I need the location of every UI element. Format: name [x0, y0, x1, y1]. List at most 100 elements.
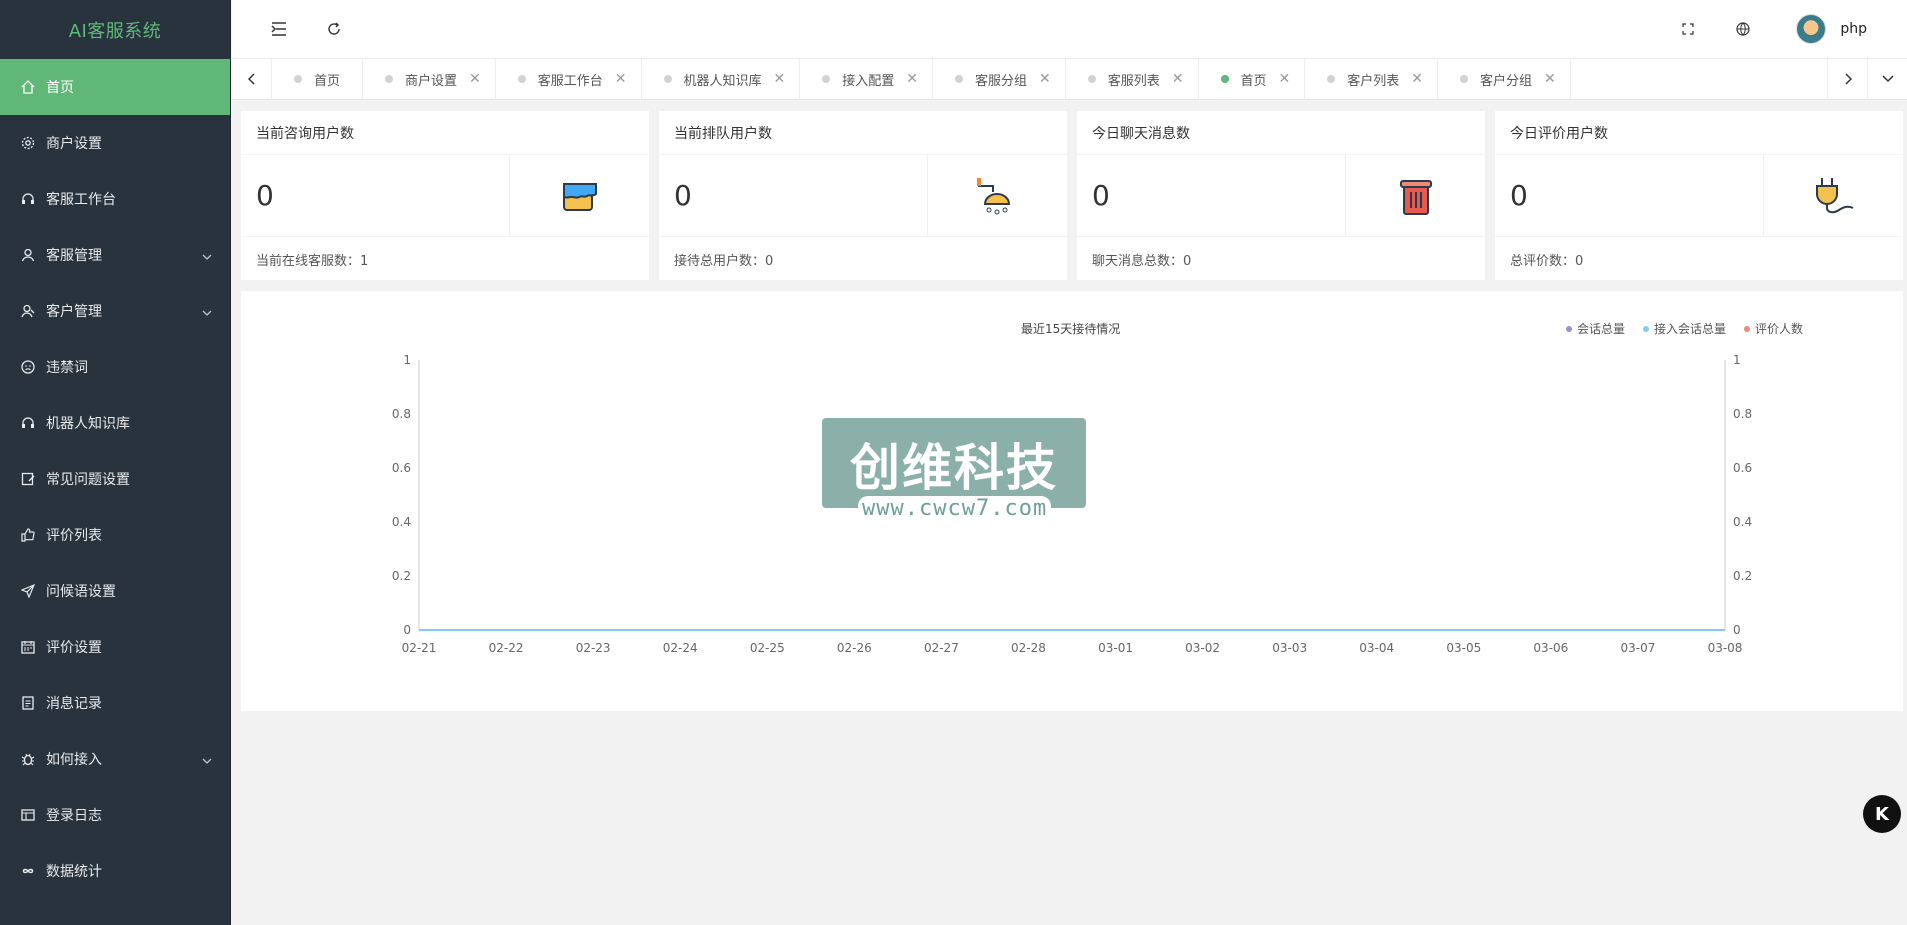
sidebar-item[interactable]: 评价设置 [0, 619, 230, 675]
watermark-logo: 创维科技 www.cwcw7.com [822, 418, 1086, 521]
tab-status-dot [294, 75, 302, 83]
tab[interactable]: 首页 ✕ [1199, 59, 1306, 99]
sidebar-item-label: 客服工作台 [46, 192, 116, 208]
card-value: 0 [256, 179, 274, 212]
sidebar-item[interactable]: 消息记录 [0, 675, 230, 731]
tab-scroll-left-icon[interactable] [232, 59, 272, 99]
tab-status-dot [822, 75, 831, 83]
trash-can-icon [1345, 155, 1485, 237]
sidebar-item[interactable]: 如何接入 [0, 731, 230, 787]
x-tick-label: 03-03 [1272, 641, 1307, 655]
tab-close-icon[interactable]: ✕ [906, 71, 918, 87]
sidebar-item[interactable]: 问候语设置 [0, 563, 230, 619]
tab-close-icon[interactable]: ✕ [1544, 71, 1556, 87]
y-tick-label: 0 [403, 623, 411, 637]
sidebar-item[interactable]: 登录日志 [0, 787, 230, 843]
sidebar-item[interactable]: 商户设置 [0, 115, 230, 171]
tab-label: 机器人知识库 [683, 73, 762, 89]
headset-icon [20, 415, 36, 431]
tab-label: 接入配置 [842, 73, 895, 89]
tab-scroll-right-icon[interactable] [1827, 59, 1867, 99]
tab[interactable]: 客服工作台 ✕ [496, 59, 642, 99]
y-tick-label-right: 0.6 [1733, 461, 1752, 475]
sidebar-item-label: 数据统计 [46, 864, 102, 880]
chevron-down-icon [202, 248, 212, 264]
sidebar-item-label: 机器人知识库 [46, 416, 130, 432]
sidebar-item-label: 客户管理 [46, 304, 102, 320]
calendar-icon [20, 639, 36, 655]
tab[interactable]: 首页 [272, 59, 364, 99]
x-tick-label: 02-26 [837, 641, 872, 655]
sidebar-item-label: 评价列表 [46, 528, 102, 544]
stat-card: 当前排队用户数 0 接待总用户数：0 [659, 111, 1067, 280]
sidebar-item[interactable]: 客服管理 [0, 227, 230, 283]
x-tick-label: 03-01 [1098, 641, 1133, 655]
tab[interactable]: 商户设置 ✕ [363, 59, 496, 99]
user-group-icon [20, 303, 36, 319]
app-logo-title[interactable]: AI客服系统 [0, 0, 230, 59]
tab[interactable]: 客户分组 ✕ [1438, 59, 1571, 99]
card-body: 0 [1077, 155, 1485, 237]
user-menu[interactable]: php [1796, 14, 1867, 44]
sidebar-item-label: 消息记录 [46, 696, 102, 712]
plug-icon [1763, 155, 1903, 237]
shower-icon [927, 155, 1067, 237]
tab-close-icon[interactable]: ✕ [469, 71, 481, 87]
sidebar-item[interactable]: 常见问题设置 [0, 451, 230, 507]
avatar [1796, 14, 1827, 44]
y-tick-label: 1 [403, 353, 411, 367]
sidebar-item[interactable]: 评价列表 [0, 507, 230, 563]
x-tick-label: 03-06 [1533, 641, 1568, 655]
sidebar-item[interactable]: 首页 [0, 59, 230, 115]
table-icon [20, 807, 36, 823]
tab-close-icon[interactable]: ✕ [1172, 71, 1184, 87]
sidebar-item-label: 评价设置 [46, 640, 102, 656]
tab-close-icon[interactable]: ✕ [615, 71, 627, 87]
y-tick-label-right: 0.4 [1733, 515, 1752, 529]
tab[interactable]: 客服分组 ✕ [933, 59, 1066, 99]
tabs: 首页 商户设置 ✕ 客服工作台 ✕ 机器人知识库 ✕ 接入配置 ✕ 客服分组 ✕ 客服列表 ✕ 首页 ✕ 客户… [272, 59, 1571, 99]
user-icon [20, 247, 36, 263]
menu-toggle-icon[interactable] [268, 18, 290, 40]
sidebar-item[interactable]: 客服工作台 [0, 171, 230, 227]
x-tick-label: 02-27 [924, 641, 959, 655]
tab-close-icon[interactable]: ✕ [774, 71, 786, 87]
fullscreen-icon[interactable] [1677, 18, 1699, 40]
username: php [1840, 21, 1867, 37]
sidebar-item[interactable]: 违禁词 [0, 339, 230, 395]
infinity-icon [20, 863, 36, 879]
y-tick-label: 0.4 [392, 515, 411, 529]
tab-status-dot [663, 75, 672, 83]
refresh-icon[interactable] [323, 18, 345, 40]
chevron-down-icon [202, 752, 212, 768]
x-tick-label: 02-22 [489, 641, 524, 655]
sidebar-item[interactable]: 机器人知识库 [0, 395, 230, 451]
sidebar-item[interactable]: 数据统计 [0, 843, 230, 899]
x-tick-label: 02-23 [576, 641, 611, 655]
tab-close-icon[interactable]: ✕ [1411, 71, 1423, 87]
tab-close-icon[interactable]: ✕ [1279, 71, 1291, 87]
tab-dropdown-icon[interactable] [1867, 59, 1907, 99]
x-tick-label: 03-08 [1708, 641, 1743, 655]
tab-close-icon[interactable]: ✕ [1039, 71, 1051, 87]
floating-assistant-button[interactable]: K [1863, 795, 1901, 833]
sidebar-item[interactable]: 客户管理 [0, 283, 230, 339]
globe-icon[interactable] [1732, 18, 1754, 40]
tab-status-dot [955, 75, 964, 83]
tab-label: 客户分组 [1480, 73, 1533, 89]
stat-card: 当前咨询用户数 0 当前在线客服数：1 [241, 111, 649, 280]
tab-status-dot [1460, 75, 1469, 83]
tab[interactable]: 接入配置 ✕ [800, 59, 934, 99]
sidebar-menu: 首页商户设置客服工作台客服管理客户管理违禁词机器人知识库常见问题设置评价列表问候… [0, 59, 230, 899]
tab[interactable]: 机器人知识库 ✕ [642, 59, 801, 99]
headset-icon [20, 191, 36, 207]
tab[interactable]: 客服列表 ✕ [1066, 59, 1199, 99]
y-tick-label-right: 0.8 [1733, 407, 1752, 421]
sidebar-item-label: 首页 [46, 80, 74, 96]
card-footer: 聊天消息总数：0 [1092, 254, 1192, 269]
tab[interactable]: 客户列表 ✕ [1305, 59, 1439, 99]
stat-card: 今日聊天消息数 0 聊天消息总数：0 [1077, 111, 1485, 280]
sidebar-item-label: 客服管理 [46, 248, 102, 264]
card-body: 0 [1495, 155, 1903, 237]
tab-bar: 首页 商户设置 ✕ 客服工作台 ✕ 机器人知识库 ✕ 接入配置 ✕ 客服分组 ✕ 客服列表 ✕ 首页 ✕ 客户… [232, 59, 1907, 100]
